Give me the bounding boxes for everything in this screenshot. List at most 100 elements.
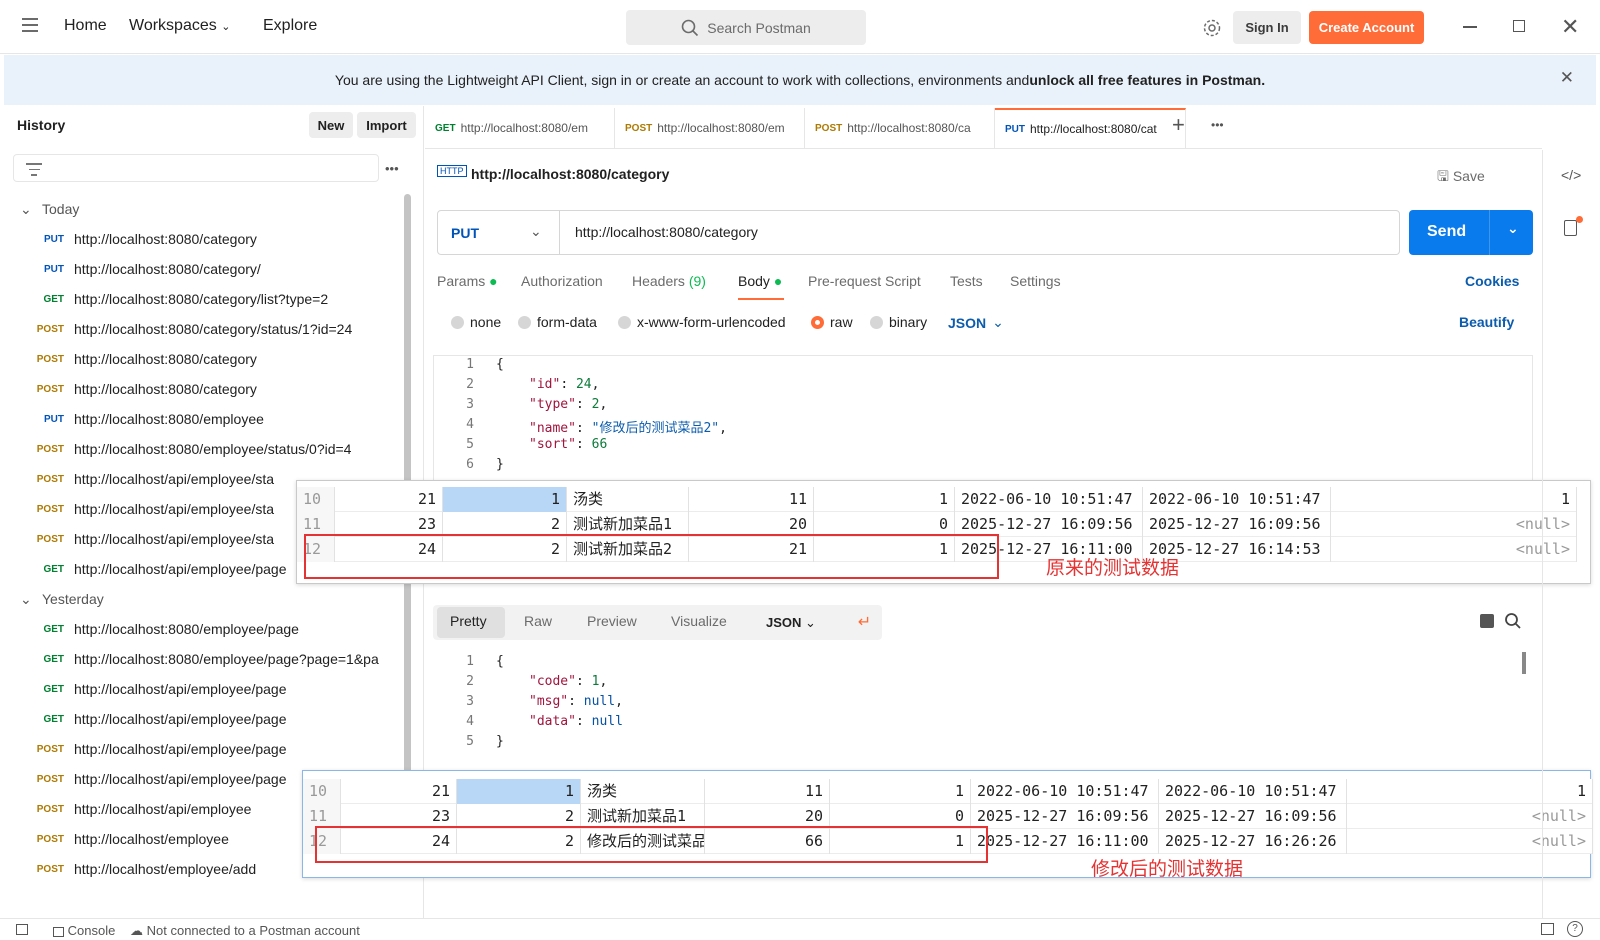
db-cell: 10 xyxy=(297,487,335,512)
format-select[interactable]: JSON ⌄ xyxy=(948,314,1004,331)
db-row[interactable]: 10 21 1 汤类 11 1 2022-06-10 10:51:47 2022-06-10 … xyxy=(303,779,1593,804)
chevron-down-icon[interactable]: ⌄ xyxy=(1507,220,1519,237)
history-item-url: http://localhost:8080/category xyxy=(74,231,257,247)
db-cell: 2025-12-27 16:26:26 xyxy=(1159,829,1347,854)
history-item-url: http://localhost/api/employee/page xyxy=(74,561,287,577)
history-item[interactable]: GET http://localhost/api/employee/page xyxy=(4,704,404,734)
method-badge: GET xyxy=(43,713,64,725)
json-key-msg: "msg" xyxy=(529,694,569,709)
tab-headers[interactable]: Headers (9) xyxy=(632,273,706,289)
tab-tests[interactable]: Tests xyxy=(950,273,983,289)
history-item[interactable]: POST http://localhost/api/employee/page xyxy=(4,734,404,764)
history-item[interactable]: PUT http://localhost:8080/category/ xyxy=(4,254,404,284)
history-item[interactable]: POST http://localhost:8080/employee/statu… xyxy=(4,434,404,464)
console-button[interactable]: Console xyxy=(53,923,115,938)
filter-input[interactable] xyxy=(13,154,379,182)
request-tab[interactable]: POST http://localhost:8080/ca xyxy=(805,108,995,148)
create-account-button[interactable]: Create Account xyxy=(1309,11,1424,44)
history-group-label: Today xyxy=(42,201,80,217)
close-banner-icon[interactable]: ✕ xyxy=(1560,68,1574,88)
request-tab[interactable]: GET http://localhost:8080/em xyxy=(425,108,615,148)
tab-body[interactable]: Body ● xyxy=(738,273,782,289)
new-button[interactable]: New xyxy=(309,112,353,138)
history-item-url: http://localhost:8080/category xyxy=(74,381,257,397)
history-group-0[interactable]: ⌄ Today xyxy=(4,194,404,224)
tab-raw[interactable]: Raw xyxy=(524,613,552,629)
tab-pretty[interactable]: Pretty xyxy=(450,613,487,629)
layout-icon[interactable] xyxy=(1541,923,1554,935)
history-item-url: http://localhost:8080/employee/page?page… xyxy=(74,651,379,667)
nav-home[interactable]: Home xyxy=(64,17,107,35)
method-badge: POST xyxy=(36,773,64,785)
history-item[interactable]: POST http://localhost:8080/category/statu… xyxy=(4,314,404,344)
request-tab[interactable]: POST http://localhost:8080/em xyxy=(615,108,805,148)
request-tab[interactable]: PUT http://localhost:8080/cat xyxy=(995,108,1186,148)
menu-icon[interactable] xyxy=(22,18,38,32)
history-item[interactable]: GET http://localhost:8080/category/list?t… xyxy=(4,284,404,314)
method-badge: GET xyxy=(43,653,64,665)
tab-params[interactable]: Params ● xyxy=(437,273,498,289)
radio-raw[interactable]: raw xyxy=(811,314,853,330)
db-row[interactable]: 10 21 1 汤类 11 1 2022-06-10 10:51:47 2022-06-10 … xyxy=(297,487,1577,512)
history-item[interactable]: POST http://localhost:8080/category xyxy=(4,344,404,374)
radio-form-data[interactable]: form-data xyxy=(518,314,597,330)
sign-in-button[interactable]: Sign In xyxy=(1233,11,1301,44)
search-input[interactable]: Search Postman xyxy=(626,10,866,45)
tab-settings[interactable]: Settings xyxy=(1010,273,1061,289)
method-badge: POST xyxy=(36,803,64,815)
wrap-icon[interactable]: ↵ xyxy=(847,605,882,640)
search-response-icon[interactable] xyxy=(1504,612,1522,630)
radio-binary[interactable]: binary xyxy=(870,314,927,330)
help-icon[interactable]: ? xyxy=(1567,921,1583,937)
history-item[interactable]: GET http://localhost/api/employee/page xyxy=(4,674,404,704)
radio-x-www-form-urlencoded[interactable]: x-www-form-urlencoded xyxy=(618,314,786,330)
maximize-icon[interactable] xyxy=(1513,20,1525,32)
history-item[interactable]: GET http://localhost:8080/employee/page?p… xyxy=(4,644,404,674)
add-tab-icon[interactable]: + xyxy=(1172,112,1185,138)
tab-visualize[interactable]: Visualize xyxy=(671,613,727,629)
import-button[interactable]: Import xyxy=(357,112,416,138)
minimize-icon[interactable] xyxy=(1463,26,1477,28)
right-toolbar: </> xyxy=(1542,150,1600,918)
nav-workspaces[interactable]: Workspaces ⌄ xyxy=(129,17,230,35)
history-item-url: http://localhost/api/employee/sta xyxy=(74,531,275,547)
method-select[interactable]: PUT ⌄ xyxy=(438,211,560,254)
history-item[interactable]: PUT http://localhost:8080/employee xyxy=(4,404,404,434)
tab-pre-request-script[interactable]: Pre-request Script xyxy=(808,273,921,289)
send-button[interactable]: Send ⌄ xyxy=(1409,210,1533,255)
chevron-down-icon: ⌄ xyxy=(20,590,32,607)
nav-explore[interactable]: Explore xyxy=(263,17,317,35)
close-window-icon[interactable]: ✕ xyxy=(1561,14,1579,40)
db-cell: 2022-06-10 10:51:47 xyxy=(1159,779,1347,804)
history-item-url: http://localhost/api/employee/page xyxy=(74,741,287,757)
db-cell: 1 xyxy=(814,487,955,512)
tab-authorization[interactable]: Authorization xyxy=(521,273,603,289)
db-cell: 1 xyxy=(443,487,567,512)
tab-preview[interactable]: Preview xyxy=(587,613,637,629)
scrollbar-thumb[interactable] xyxy=(1522,652,1526,674)
copy-icon[interactable] xyxy=(1480,614,1494,628)
url-input[interactable]: http://localhost:8080/category xyxy=(575,224,758,240)
response-format-select[interactable]: JSON ⌄ xyxy=(754,605,838,640)
code-icon[interactable]: </> xyxy=(1561,167,1581,183)
beautify-link[interactable]: Beautify xyxy=(1459,314,1514,330)
save-button[interactable]: 🖫 Save xyxy=(1437,166,1485,190)
cookies-link[interactable]: Cookies xyxy=(1465,273,1519,289)
documentation-icon[interactable] xyxy=(1564,220,1577,236)
more-options-icon[interactable]: ••• xyxy=(385,161,399,176)
label-before: 原来的测试数据 xyxy=(1046,558,1180,579)
db-cell: <null> xyxy=(1331,512,1577,537)
sidebar-toggle-icon[interactable] xyxy=(16,924,28,935)
top-bar: Home Workspaces ⌄ Explore Search Postman… xyxy=(0,0,1600,54)
radio-none[interactable]: none xyxy=(451,314,501,330)
history-group-1[interactable]: ⌄ Yesterday xyxy=(4,584,404,614)
history-item[interactable]: POST http://localhost:8080/category xyxy=(4,374,404,404)
history-item-url: http://localhost:8080/category xyxy=(74,351,257,367)
history-item[interactable]: GET http://localhost:8080/employee/page xyxy=(4,614,404,644)
gear-icon[interactable] xyxy=(1202,18,1222,38)
chevron-down-icon: ⌄ xyxy=(221,21,231,33)
history-item[interactable]: PUT http://localhost:8080/category xyxy=(4,224,404,254)
tab-overflow-icon[interactable]: ••• xyxy=(1211,118,1224,132)
method-badge: POST xyxy=(625,122,653,134)
json-key-sort: "sort" xyxy=(529,437,576,452)
